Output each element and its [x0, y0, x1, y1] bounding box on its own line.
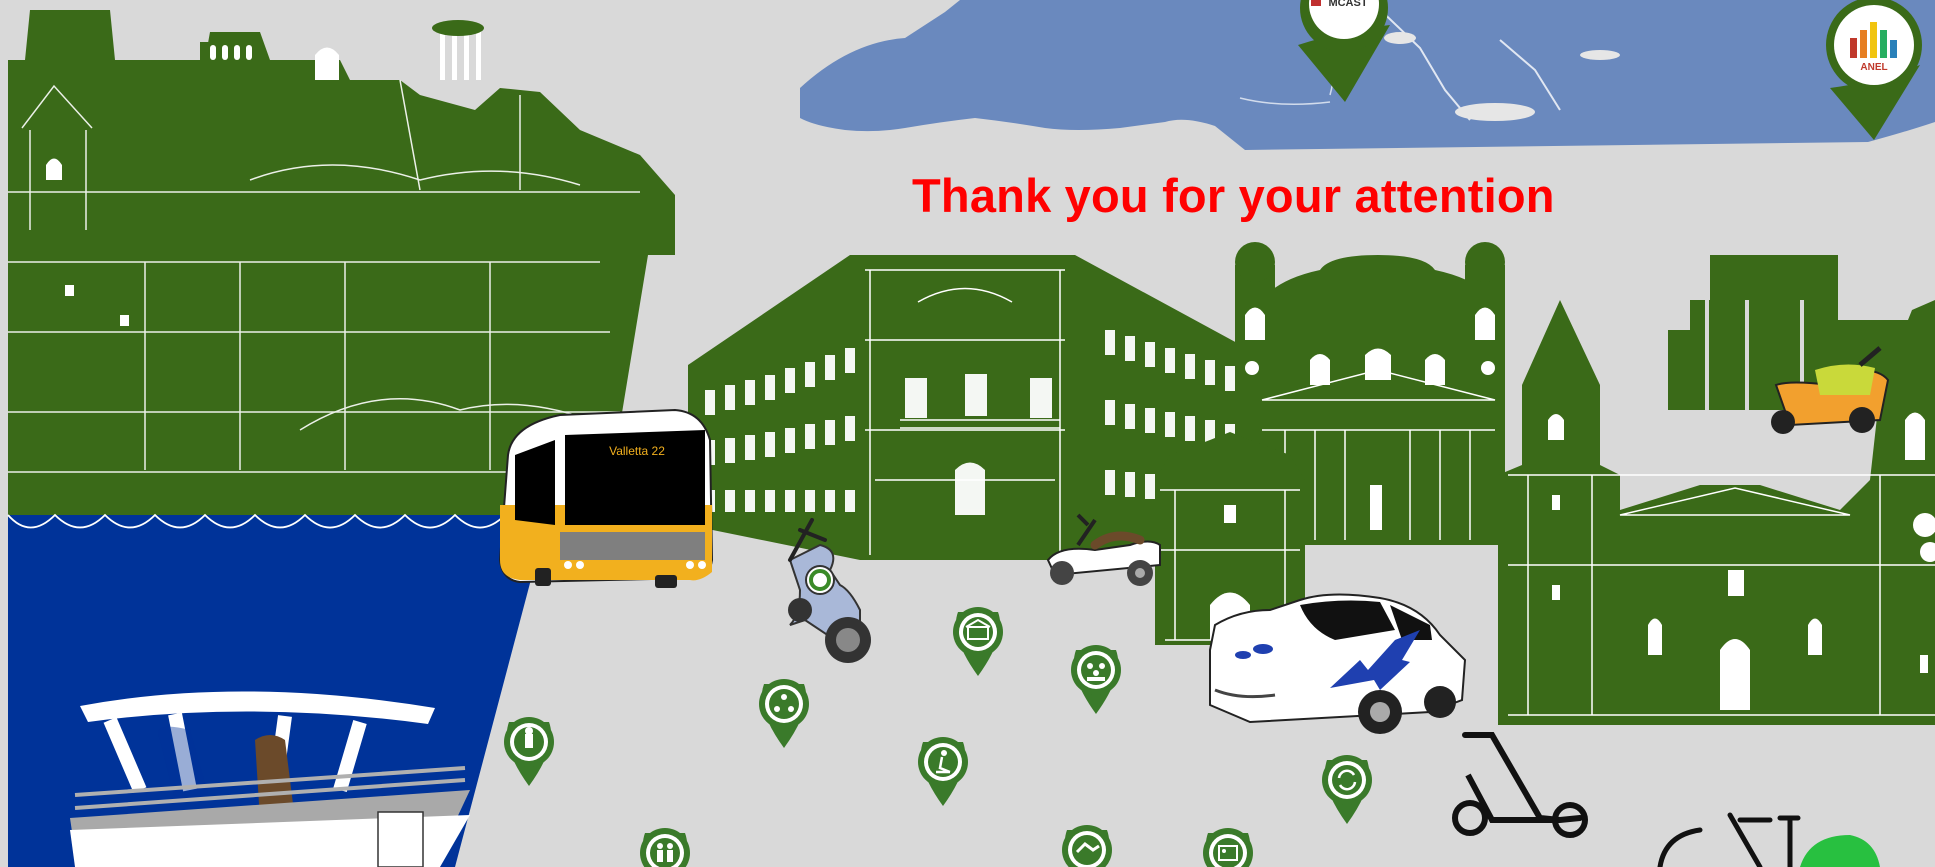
valletta-bus: Valletta 22	[498, 408, 714, 588]
bus-destination-sign: Valletta 22	[609, 444, 665, 458]
map-pin	[1322, 755, 1372, 824]
map-pin	[640, 828, 690, 867]
mcast-logo-text: MCAST	[1328, 0, 1367, 9]
cathedral	[1498, 255, 1935, 725]
map-pin	[504, 717, 554, 786]
slide-illustration: MCAST ANEL Valletta 22	[7, 0, 1935, 867]
map-pin	[759, 679, 809, 748]
thank-you-slide: MCAST ANEL Valletta 22 Thank you for you…	[0, 0, 1935, 867]
map-pin	[1071, 645, 1121, 714]
map-pin	[1062, 825, 1112, 867]
map-pin	[918, 737, 968, 806]
bicycle	[1657, 812, 1880, 867]
slide-title: Thank you for your attention	[912, 169, 1555, 222]
bus-stop-icon	[525, 727, 533, 748]
map-pin	[1203, 828, 1253, 867]
anel-logo-text: ANEL	[1860, 62, 1887, 73]
map-pin	[953, 607, 1003, 676]
kick-scooter	[1452, 732, 1588, 838]
electric-car	[1209, 593, 1467, 734]
